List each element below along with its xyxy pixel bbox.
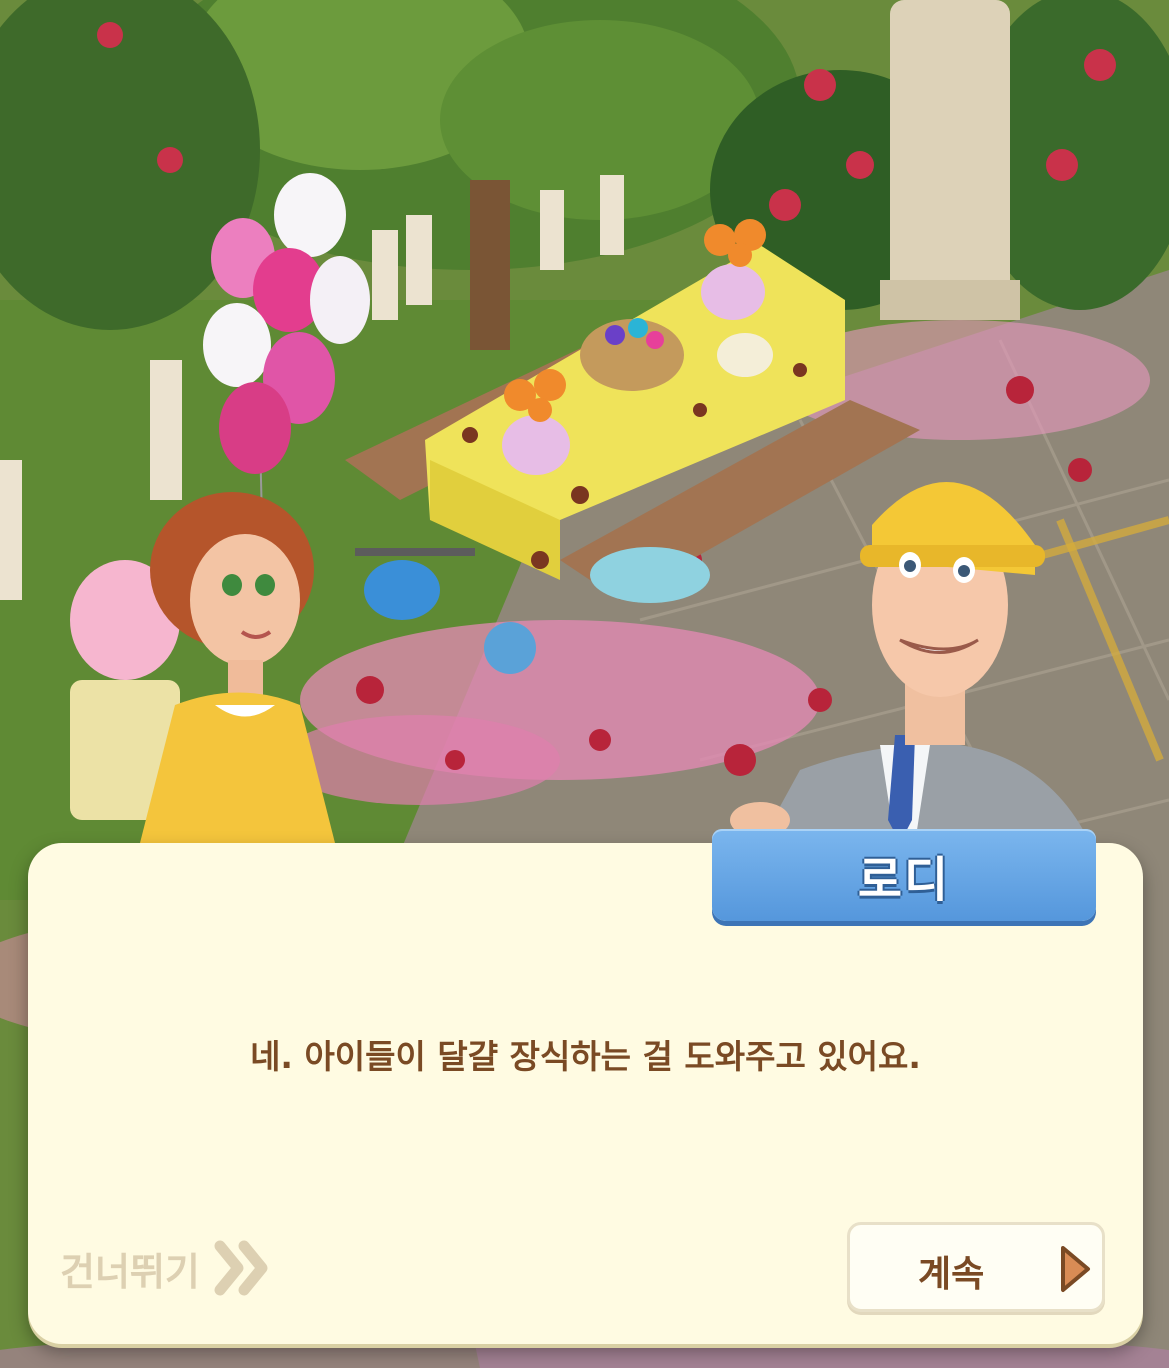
skip-button[interactable]: 건너뛰기 [60, 1238, 276, 1298]
speaker-name-tag: 로디 [712, 829, 1096, 921]
double-chevron-right-icon [214, 1240, 268, 1296]
continue-label: 계속 [918, 1254, 985, 1295]
play-triangle-icon [1061, 1246, 1090, 1292]
speaker-name: 로디 [857, 852, 951, 908]
skip-label: 건너뛰기 [60, 1249, 200, 1294]
dialog-message: 네. 아이들이 달걀 장식하는 걸 도와주고 있어요. [250, 1037, 921, 1076]
continue-button[interactable]: 계속 [847, 1222, 1105, 1312]
